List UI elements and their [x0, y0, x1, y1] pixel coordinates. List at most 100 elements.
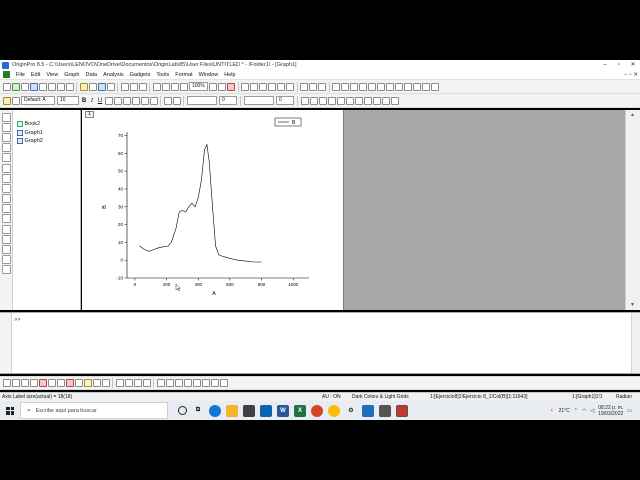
layout-icon-j[interactable] [413, 82, 422, 91]
network-icon[interactable]: ◠ [582, 408, 586, 414]
clock[interactable]: 08:22 p. m. 19/03/2022 [598, 405, 623, 417]
cortana-icon[interactable] [178, 406, 187, 415]
layout-icon-g[interactable] [386, 82, 395, 91]
layout-icon-c[interactable] [350, 82, 359, 91]
mdi-restore-button[interactable]: ▫ [629, 70, 631, 80]
plot-pie-icon[interactable] [56, 379, 65, 387]
word-icon[interactable]: W [277, 404, 289, 417]
layout-icon-f[interactable] [377, 82, 386, 91]
downloads-icon[interactable] [362, 404, 374, 417]
merge-graph-icon[interactable] [309, 82, 318, 91]
scale-tool-icon[interactable] [1, 132, 11, 142]
import-ascii-icon[interactable] [120, 82, 129, 91]
underline-button[interactable]: U [96, 98, 104, 104]
plot-icon-c[interactable] [372, 96, 381, 105]
matrix-plot-g-icon[interactable] [210, 379, 219, 387]
draw-data-icon[interactable] [1, 173, 11, 183]
matrix-plot-h-icon[interactable] [219, 379, 228, 387]
plot-icon-d[interactable] [381, 96, 390, 105]
open-template-icon[interactable] [88, 82, 97, 91]
settings-gear-icon[interactable]: ⚙ [345, 405, 357, 417]
region-tool-icon[interactable] [1, 245, 11, 255]
copy-page-icon[interactable] [218, 82, 227, 91]
data-selector-icon[interactable] [1, 163, 11, 173]
bold-button[interactable]: B [80, 98, 88, 104]
layer-tab[interactable]: 1 [85, 111, 94, 118]
new-excel-icon[interactable] [20, 82, 29, 91]
font-color-icon[interactable] [149, 96, 158, 105]
photos-icon[interactable] [379, 404, 391, 417]
command-window-icon[interactable] [277, 82, 286, 91]
new-project-icon[interactable] [2, 82, 11, 91]
line-color-icon[interactable] [163, 96, 172, 105]
save-icon[interactable] [97, 82, 106, 91]
notifications-icon[interactable]: ▭ [627, 408, 632, 414]
superscript-icon[interactable] [104, 96, 113, 105]
freehand-tool-icon[interactable] [1, 265, 11, 275]
temperature[interactable]: 21°C [559, 408, 570, 414]
matrix-plot-e-icon[interactable] [192, 379, 201, 387]
menu-data[interactable]: Data [82, 72, 100, 78]
matrix-plot-c-icon[interactable] [174, 379, 183, 387]
print-icon[interactable] [209, 82, 218, 91]
pattern-width-select[interactable]: 0 [276, 96, 294, 105]
line-style-select[interactable] [187, 96, 217, 105]
plot-line-symbol-icon[interactable] [20, 379, 29, 387]
menu-help[interactable]: Help [221, 72, 238, 78]
menu-file[interactable]: File [13, 72, 28, 78]
menu-edit[interactable]: Edit [28, 72, 43, 78]
export-icon[interactable] [227, 82, 236, 91]
plot-polar-icon[interactable] [115, 379, 124, 387]
tree-item-book2[interactable]: Book2 [13, 120, 80, 129]
new-matrix-icon[interactable] [38, 82, 47, 91]
save-template-icon[interactable] [106, 82, 115, 91]
new-graph-icon[interactable] [29, 82, 38, 91]
subscript-icon[interactable] [113, 96, 122, 105]
arrange-layers-icon[interactable] [318, 82, 327, 91]
plot-line-icon[interactable] [2, 379, 11, 387]
font-size-select[interactable]: 10 [57, 96, 79, 105]
menu-graph[interactable]: Graph [61, 72, 82, 78]
layout-icon-e[interactable] [368, 82, 377, 91]
powerpoint-icon[interactable] [311, 404, 323, 417]
menu-window[interactable]: Window [196, 72, 222, 78]
plot-3d-icon[interactable] [83, 379, 92, 387]
plot-column-icon[interactable] [29, 379, 38, 387]
graph-window[interactable]: 0 200 400 600 800 1000 -10 0 10 20 30 40 50 60 70 A B B 1 [82, 110, 344, 310]
mail-icon[interactable] [260, 404, 272, 417]
symbol-size-icon[interactable] [309, 96, 318, 105]
duplicate-icon[interactable] [161, 82, 170, 91]
open-icon[interactable] [79, 82, 88, 91]
taskbar-search[interactable]: ⌕ Escribe aquí para buscar [20, 402, 168, 419]
maximize-button[interactable]: ▫ [612, 60, 626, 70]
start-button[interactable] [0, 401, 20, 420]
layout-icon-b[interactable] [341, 82, 350, 91]
plot-histogram-icon[interactable] [74, 379, 83, 387]
plot-box-icon[interactable] [65, 379, 74, 387]
pointer-tool-icon[interactable] [1, 112, 11, 122]
axis-icon[interactable] [327, 96, 336, 105]
scroll-up-icon[interactable]: ▲ [630, 112, 635, 118]
excel-icon[interactable]: X [294, 404, 306, 417]
message-log-icon[interactable] [286, 82, 295, 91]
new-notes-icon[interactable] [65, 82, 74, 91]
new-workbook-icon[interactable] [11, 82, 20, 91]
menu-tools[interactable]: Tools [153, 72, 172, 78]
plot-bar-icon[interactable] [38, 379, 47, 387]
layout-icon-i[interactable] [404, 82, 413, 91]
curved-arrow-icon[interactable] [1, 214, 11, 224]
plot-icon-a[interactable] [354, 96, 363, 105]
plot-stock-icon[interactable] [142, 379, 151, 387]
polygon-tool-icon[interactable] [1, 255, 11, 265]
mdi-minimize-button[interactable]: – [624, 70, 627, 80]
layout-icon-d[interactable] [359, 82, 368, 91]
menu-format[interactable]: Format [172, 72, 195, 78]
graph-canvas[interactable]: 0 200 400 600 800 1000-10010203040506070ABB [82, 110, 344, 310]
line-tool-icon[interactable] [1, 224, 11, 234]
command-scrollbar[interactable] [631, 313, 640, 373]
symbol-icon[interactable] [300, 96, 309, 105]
zoom-select[interactable]: 100% [189, 82, 208, 91]
volume-icon[interactable]: ◁ [590, 408, 594, 414]
pattern-select[interactable] [244, 96, 274, 105]
file-explorer-icon[interactable] [226, 404, 238, 417]
